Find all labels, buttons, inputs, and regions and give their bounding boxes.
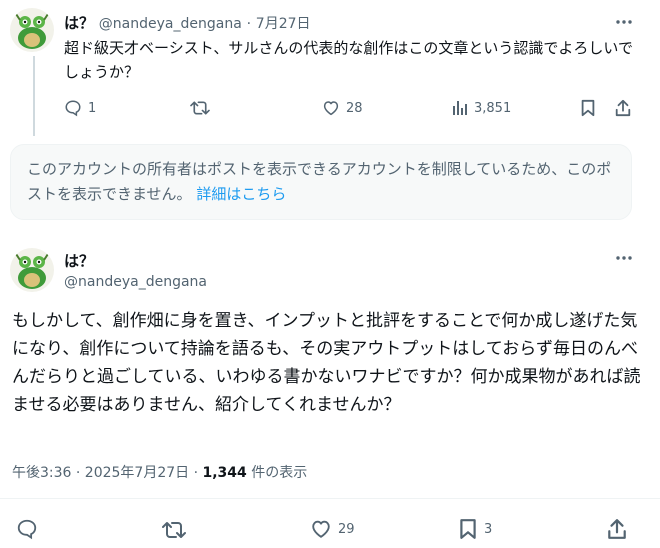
restricted-post-notice: このアカウントの所有者はポストを表示できるアカウントを制限しているため、このポス… <box>10 144 632 220</box>
reply-button[interactable] <box>16 518 38 540</box>
reply-button[interactable]: 1 <box>64 99 96 117</box>
thread-line <box>33 56 35 136</box>
heart-icon <box>323 101 339 116</box>
bookmark-button[interactable] <box>580 99 596 117</box>
like-count: 29 <box>338 521 355 537</box>
like-button[interactable]: 29 <box>310 518 355 540</box>
bookmark-count: 3 <box>484 521 493 537</box>
retweet-arrows-icon <box>190 101 210 115</box>
bookmark-icon <box>581 99 595 117</box>
reply-count: 1 <box>88 100 97 116</box>
learn-more-link[interactable]: 詳細はこちら <box>196 185 286 203</box>
more-horizontal-icon[interactable] <box>612 10 636 34</box>
tweet-time[interactable]: 午後3:36 · 2025年7月27日 · <box>12 465 203 481</box>
like-button[interactable]: 28 <box>322 99 363 117</box>
retweet-button[interactable] <box>162 519 186 541</box>
tweet-date[interactable]: 7月27日 <box>256 16 311 32</box>
share-upload-icon <box>615 99 631 117</box>
tweet-actions: 1 28 3,851 <box>64 96 644 120</box>
avatar[interactable] <box>10 8 54 52</box>
tweet-header: は？ @nandeya_dengana · 7月27日 <box>64 12 311 33</box>
like-count: 28 <box>346 100 363 116</box>
views-label: 件の表示 <box>246 465 308 481</box>
user-handle[interactable]: @nandeya_dengana <box>99 16 242 32</box>
retweet-arrows-icon <box>162 522 186 538</box>
speech-bubble-icon <box>65 100 81 117</box>
bookmark-icon <box>460 519 476 539</box>
tweet-text: 超ド級天才ベーシスト、サルさんの代表的な創作はこの文章という認識でよろしいでしょ… <box>64 39 633 81</box>
share-upload-icon <box>608 519 626 539</box>
separator-dot: · <box>246 16 252 32</box>
view-count: 1,344 <box>202 465 247 481</box>
main-display-name[interactable]: は？ <box>64 250 94 271</box>
tweet-timestamp: 午後3:36 · 2025年7月27日 · 1,344 件の表示 <box>12 462 307 482</box>
quoted-tweet[interactable]: は？ @nandeya_dengana · 7月27日 超ド級天才ベーシスト、サ… <box>0 0 660 136</box>
divider <box>0 498 660 499</box>
more-horizontal-icon[interactable] <box>612 246 636 270</box>
bar-chart-icon <box>453 101 467 115</box>
share-button[interactable] <box>606 518 628 540</box>
notice-text: このアカウントの所有者はポストを表示できるアカウントを制限しているため、このポス… <box>27 160 612 203</box>
views-button[interactable]: 3,851 <box>452 100 511 116</box>
main-avatar[interactable] <box>10 248 54 292</box>
retweet-button[interactable] <box>190 99 210 117</box>
speech-bubble-icon <box>17 519 37 540</box>
heart-icon <box>312 520 330 538</box>
bookmark-button[interactable]: 3 <box>458 518 492 540</box>
share-button[interactable] <box>614 99 632 117</box>
view-count: 3,851 <box>474 100 512 116</box>
main-tweet-actions: 29 3 <box>0 510 660 548</box>
display-name[interactable]: は？ <box>64 14 94 32</box>
main-user-handle[interactable]: @nandeya_dengana <box>64 274 207 290</box>
main-tweet-text: もしかして、創作畑に身を置き、インプットと批評をすることで何か成し遂げた気になり… <box>12 311 641 415</box>
